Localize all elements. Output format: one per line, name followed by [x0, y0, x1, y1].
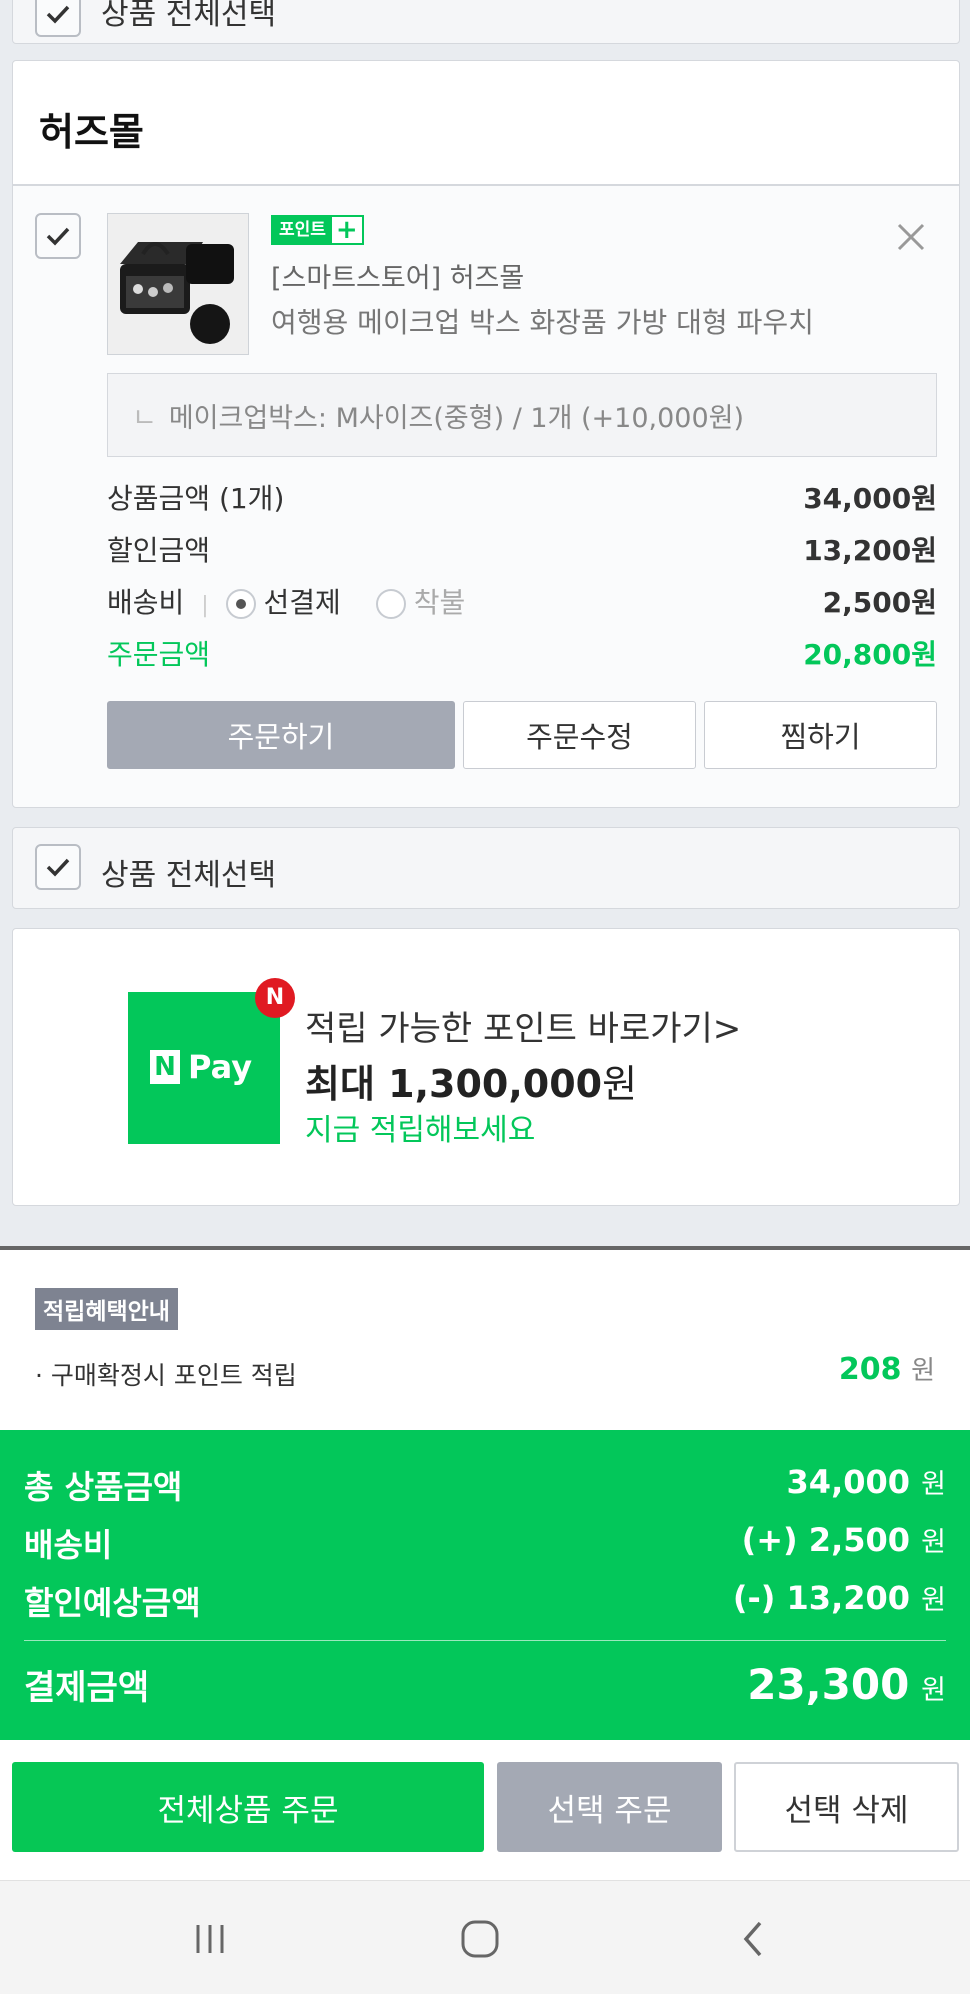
select-all-label: 상품 전체선택	[101, 858, 277, 893]
npay-banner[interactable]: N Pay N 적립 가능한 포인트 바로가기> 최대 1,300,000원 지…	[12, 928, 960, 1206]
option-value: 메이크업박스: M사이즈(중형) / 1개 (+10,000원)	[168, 403, 744, 434]
order-selected-button[interactable]: 선택 주문	[497, 1762, 722, 1852]
shipping-row: 배송비 | 선결제 착불 2,500원	[107, 581, 937, 621]
close-icon[interactable]	[893, 219, 929, 255]
max-unit: 원	[602, 1062, 638, 1106]
shipping-value: 2,500원	[822, 586, 937, 619]
select-all-checkbox-top[interactable]	[35, 0, 81, 37]
recent-apps-icon[interactable]	[188, 1917, 232, 1961]
check-icon	[46, 227, 70, 246]
cod-label[interactable]: 착불	[414, 586, 466, 619]
badge-text: 포인트	[273, 217, 332, 243]
check-icon	[46, 858, 70, 877]
discount-label: 할인금액	[107, 534, 211, 567]
select-all-label: 상품 전체선택	[101, 0, 277, 32]
summary-discount-row: 할인예상금액 (-) 13,200 원	[24, 1578, 946, 1624]
total-product-value: 34,000 원	[787, 1462, 946, 1501]
npay-logo: N Pay	[128, 992, 280, 1144]
npay-max-amount: 최대 1,300,000원	[305, 1053, 637, 1108]
point-plus-badge: 포인트 +	[271, 215, 364, 245]
price-value: 34,000원	[803, 482, 937, 515]
pay-amount-value: 23,300 원	[747, 1660, 946, 1709]
prepaid-label[interactable]: 선결제	[264, 586, 341, 619]
select-all-row-top: 상품 전체선택	[12, 0, 960, 44]
reward-amount: 208	[838, 1352, 902, 1387]
unit: 원	[921, 1527, 946, 1558]
back-icon[interactable]	[732, 1917, 776, 1961]
separator: |	[201, 593, 209, 618]
price-label: 상품금액 (1개)	[107, 482, 285, 515]
summary-discount-label: 할인예상금액	[24, 1584, 201, 1622]
total-product-row: 총 상품금액 34,000 원	[24, 1462, 946, 1508]
summary-shipping-row: 배송비 (+) 2,500 원	[24, 1520, 946, 1566]
discount-value: 13,200원	[803, 534, 937, 567]
price-row: 상품금액 (1개) 34,000원	[107, 477, 937, 517]
summary-shipping-label: 배송비	[24, 1526, 113, 1564]
order-all-button[interactable]: 전체상품 주문	[12, 1762, 484, 1852]
reward-value: 208 원	[839, 1350, 935, 1387]
home-icon[interactable]	[458, 1917, 502, 1961]
wishlist-button[interactable]: 찜하기	[704, 701, 937, 769]
product-image	[108, 214, 248, 354]
item-checkbox[interactable]	[35, 213, 81, 259]
max-amount: 1,300,000	[388, 1062, 603, 1106]
order-amount-label: 주문금액	[107, 638, 211, 671]
summary-shipping-value: (+) 2,500 원	[742, 1520, 946, 1559]
reward-unit: 원	[911, 1356, 935, 1386]
reward-tag: 적립혜택안내	[35, 1288, 178, 1330]
payment-summary: 총 상품금액 34,000 원 배송비 (+) 2,500 원 할인예상금액 (…	[0, 1430, 970, 1740]
notification-dot-icon: N	[255, 978, 295, 1018]
pay-amount: 23,300	[747, 1660, 910, 1709]
summary-discount-value: (-) 13,200 원	[733, 1578, 946, 1617]
system-navigation-bar	[0, 1880, 970, 1994]
option-prefix: ㄴ	[132, 403, 157, 434]
max-prefix: 최대	[305, 1062, 389, 1106]
select-all-checkbox[interactable]	[35, 844, 81, 890]
unit: 원	[921, 1469, 946, 1500]
store-name: 허즈몰	[39, 110, 144, 154]
product-name[interactable]: 여행용 메이크업 박스 화장품 가방 대형 파우치	[271, 301, 814, 341]
total-product-label: 총 상품금액	[24, 1468, 183, 1506]
action-bar: 전체상품 주문 선택 주문 선택 삭제	[0, 1740, 970, 1880]
store-card: 허즈몰 포인트 + [스마트스토어] 허즈몰 여행용 메이크업 박스 화장품 가…	[12, 60, 960, 808]
shipping-options: 배송비 | 선결제 착불	[107, 581, 465, 621]
npay-logo-pay: Pay	[188, 1048, 253, 1086]
order-button[interactable]: 주문하기	[107, 701, 455, 769]
store-header: 허즈몰	[13, 61, 959, 186]
reward-section: 적립혜택안내 · 구매확정시 포인트 적립 208 원	[0, 1250, 970, 1430]
summary-discount-amount: (-) 13,200	[732, 1579, 911, 1617]
smartstore-label[interactable]: [스마트스토어] 허즈몰	[271, 256, 524, 295]
summary-shipping-amount: (+) 2,500	[741, 1521, 911, 1559]
product-thumbnail[interactable]	[107, 213, 249, 355]
order-amount-value: 20,800원	[803, 638, 937, 671]
unit: 원	[921, 1675, 946, 1706]
option-box: ㄴ 메이크업박스: M사이즈(중형) / 1개 (+10,000원)	[107, 373, 937, 457]
pay-amount-row: 결제금액 23,300 원	[24, 1660, 946, 1709]
discount-row: 할인금액 13,200원	[107, 529, 937, 569]
select-all-row: 상품 전체선택	[12, 827, 960, 909]
total-product-amount: 34,000	[786, 1463, 911, 1501]
check-icon	[46, 5, 70, 24]
npay-cta: 지금 적립해보세요	[305, 1113, 536, 1148]
plus-icon: +	[335, 215, 358, 245]
option-text: ㄴ 메이크업박스: M사이즈(중형) / 1개 (+10,000원)	[132, 396, 744, 435]
shipping-label: 배송비	[107, 586, 185, 619]
reward-label: · 구매확정시 포인트 적립	[35, 1361, 297, 1390]
order-amount-row: 주문금액 20,800원	[107, 633, 937, 673]
summary-divider	[24, 1640, 946, 1641]
prepaid-radio[interactable]	[225, 589, 256, 619]
cod-radio[interactable]	[375, 589, 406, 619]
pay-amount-label: 결제금액	[24, 1668, 150, 1708]
npay-logo-n: N	[150, 1050, 180, 1084]
edit-order-button[interactable]: 주문수정	[463, 701, 696, 769]
delete-selected-button[interactable]: 선택 삭제	[734, 1762, 959, 1852]
npay-link-text[interactable]: 적립 가능한 포인트 바로가기>	[305, 1001, 741, 1050]
unit: 원	[921, 1585, 946, 1616]
